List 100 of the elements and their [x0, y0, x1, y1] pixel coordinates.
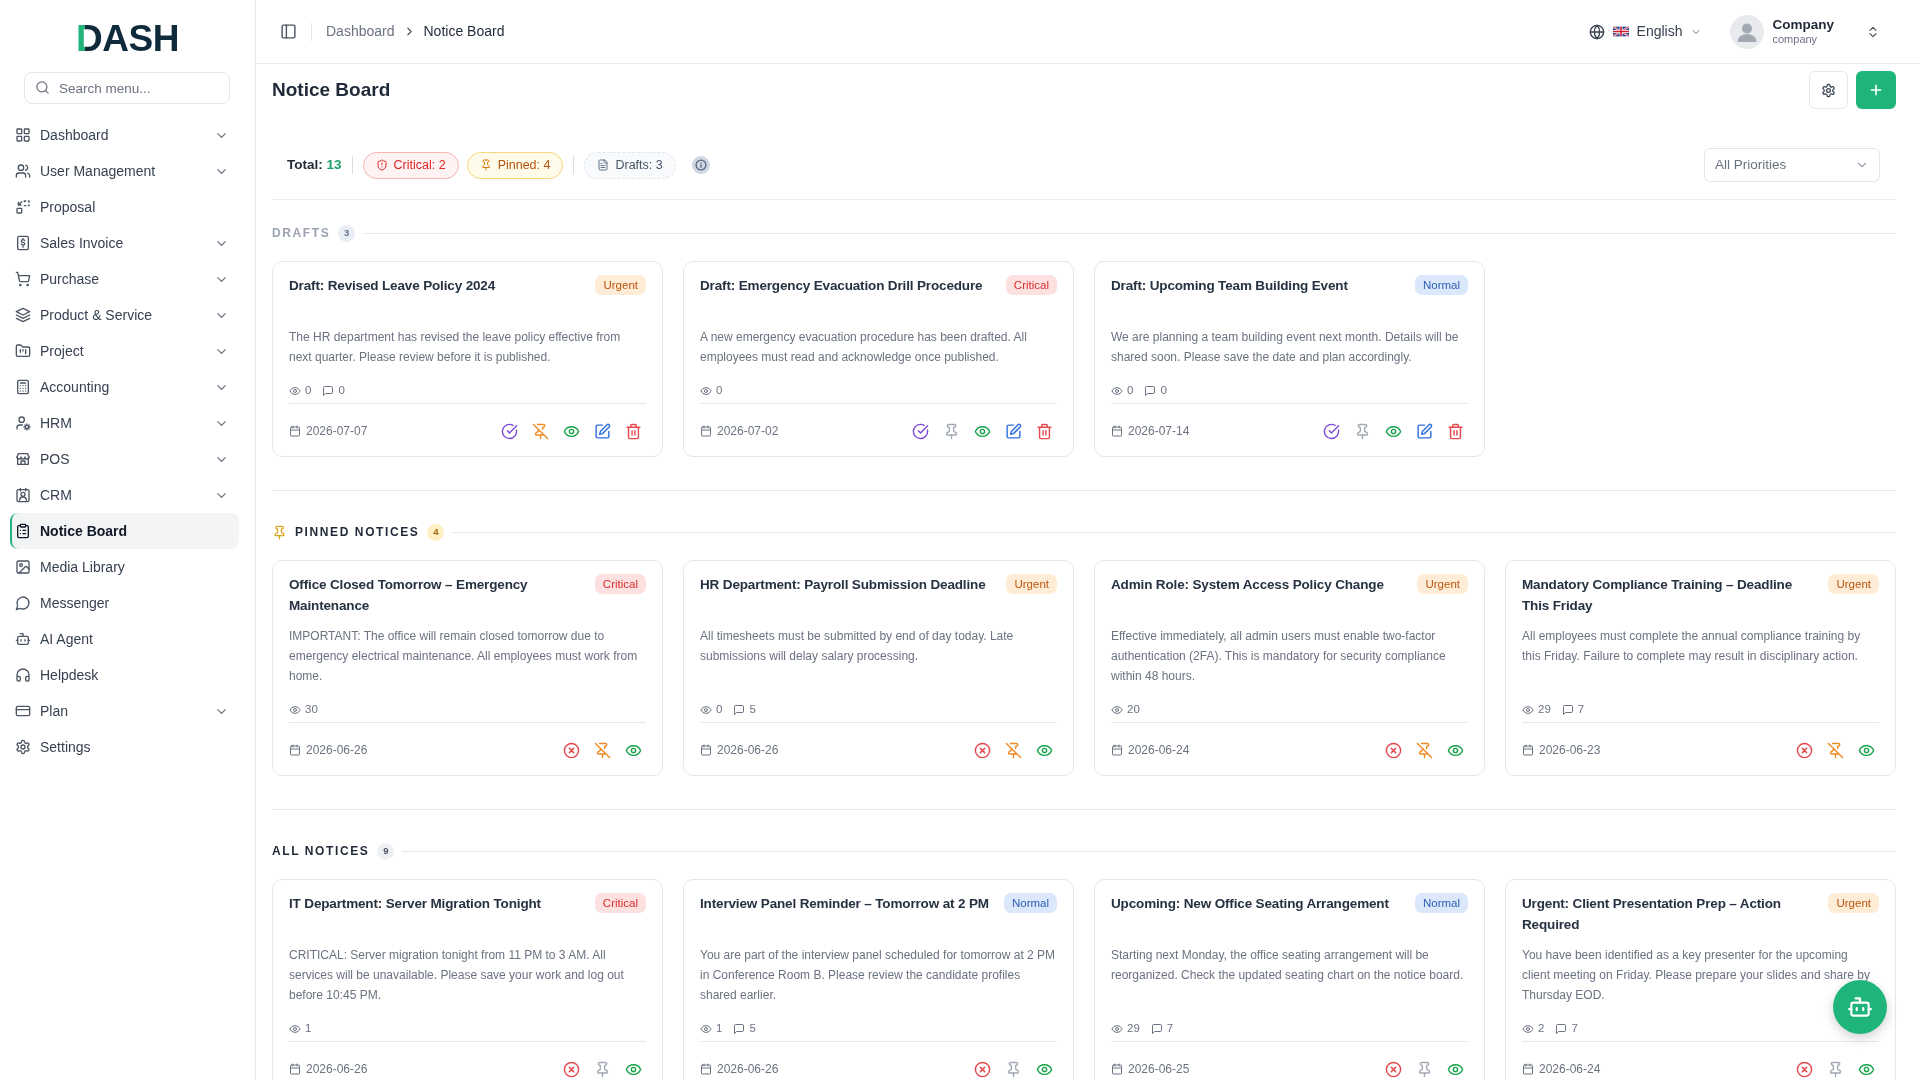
sidebar-item[interactable]: Accounting	[10, 369, 239, 405]
filter-chip[interactable]: Critical: 2	[362, 151, 459, 179]
calendar-icon	[700, 1063, 712, 1075]
speech-bubble-icon	[1150, 1023, 1163, 1035]
pin-icon[interactable]	[594, 1060, 611, 1078]
crossed-pin-icon[interactable]	[1416, 741, 1433, 759]
headphones-icon	[15, 667, 31, 683]
robot-icon	[15, 631, 31, 647]
sidebar-item[interactable]: AI Agent	[10, 621, 239, 657]
search-field[interactable]: Search menu...	[24, 72, 230, 104]
notice-date: 2026-06-24	[1539, 1061, 1601, 1078]
x-circle-icon[interactable]	[563, 741, 580, 759]
user-gear-icon	[15, 415, 31, 431]
calendar-icon	[289, 744, 301, 756]
pin-icon[interactable]	[943, 422, 960, 440]
edit-icon[interactable]	[1005, 422, 1022, 440]
sidebar-item[interactable]: POS	[10, 441, 239, 477]
notice-text: A new emergency evacuation procedure has been drafted. All employees must read and acknowledge once published.	[700, 329, 1028, 366]
view-count: 1	[716, 1021, 723, 1037]
pin-icon[interactable]	[1827, 1060, 1844, 1078]
crossed-pin-icon[interactable]	[532, 422, 549, 440]
sidebar-item[interactable]: Sales Invoice	[10, 225, 239, 261]
sidebar-item[interactable]: Purchase	[10, 261, 239, 297]
x-circle-icon[interactable]	[1796, 741, 1813, 759]
sidebar-item[interactable]: CRM	[10, 477, 239, 513]
sidebar-item[interactable]: Messenger	[10, 585, 239, 621]
sidebar-item[interactable]: Notice Board	[10, 513, 239, 549]
notice-date: 2026-06-23	[1539, 742, 1601, 759]
pin-icon	[272, 524, 287, 540]
sidebar-item[interactable]: Dashboard	[10, 117, 239, 153]
add-button[interactable]	[1856, 71, 1896, 109]
check-circle-icon[interactable]	[501, 422, 518, 440]
eye-icon	[289, 704, 301, 716]
sidebar-item[interactable]: Media Library	[10, 549, 239, 585]
language-button[interactable]: English	[1588, 21, 1703, 42]
x-circle-icon[interactable]	[974, 741, 991, 759]
pin-icon[interactable]	[1354, 422, 1371, 440]
x-circle-icon[interactable]	[1385, 1060, 1402, 1078]
x-circle-icon[interactable]	[1796, 1060, 1813, 1078]
trash-icon[interactable]	[1036, 422, 1053, 440]
priority-select[interactable]: All Priorities	[1704, 148, 1880, 182]
notice-date: 2026-07-02	[717, 423, 779, 440]
sidebar-item[interactable]: Settings	[10, 729, 239, 765]
breadcrumb-link[interactable]: Dashboard	[326, 21, 395, 42]
comment-count: 0	[338, 383, 345, 399]
comment-count: 0	[1160, 383, 1167, 399]
priority-tag: Normal	[1414, 275, 1468, 295]
crossed-pin-icon[interactable]	[594, 741, 611, 759]
priority-tag: Normal	[1414, 893, 1468, 913]
calendar-icon	[1522, 1063, 1534, 1075]
sidebar-item[interactable]: Plan	[10, 693, 239, 729]
speech-bubble-icon	[1561, 704, 1574, 716]
pin-icon[interactable]	[1005, 1060, 1022, 1078]
x-circle-icon[interactable]	[563, 1060, 580, 1078]
trash-icon[interactable]	[625, 422, 642, 440]
settings-button[interactable]	[1809, 71, 1848, 109]
sidebar-item[interactable]: Proposal	[10, 189, 239, 225]
eye-icon	[1522, 1023, 1534, 1035]
folder-icon	[15, 343, 31, 359]
notice-title: Office Closed Tomorrow – Emergency Maintenance	[289, 576, 529, 615]
sidebar-item[interactable]: Helpdesk	[10, 657, 239, 693]
speech-bubble-icon	[733, 704, 746, 716]
priority-tag: Urgent	[1006, 574, 1057, 594]
pin-icon[interactable]	[1416, 1060, 1433, 1078]
edit-icon[interactable]	[594, 422, 611, 440]
x-circle-icon[interactable]	[974, 1060, 991, 1078]
notice-text: All employees must complete the annual compliance training by this Friday. Failure to complete may result in disciplinary action.	[1522, 628, 1862, 665]
notice-date: 2026-06-25	[1128, 1061, 1190, 1078]
check-circle-icon[interactable]	[912, 422, 929, 440]
info-icon[interactable]	[691, 156, 710, 174]
credit-card-icon	[15, 703, 31, 719]
calendar-icon	[289, 425, 301, 437]
view-count: 2	[1538, 1021, 1545, 1037]
sidebar-item[interactable]: User Management	[10, 153, 239, 189]
calendar-icon	[289, 1063, 301, 1075]
speech-bubble-icon	[733, 1023, 746, 1035]
filter-chip[interactable]: Pinned: 4	[466, 151, 564, 179]
sidebar-item[interactable]: Product & Service	[10, 297, 239, 333]
view-count: 1	[305, 1021, 312, 1037]
priority-tag: Urgent	[1828, 574, 1879, 594]
sidebar-item[interactable]: Project	[10, 333, 239, 369]
notice-title: IT Department: Server Migration Tonight	[289, 895, 542, 913]
crossed-pin-icon[interactable]	[1827, 741, 1844, 759]
crossed-pin-icon[interactable]	[1005, 741, 1022, 759]
trash-icon[interactable]	[1447, 422, 1464, 440]
x-circle-icon[interactable]	[1385, 741, 1402, 759]
view-count: 30	[305, 702, 318, 718]
user-menu-button[interactable]: Company company	[1730, 14, 1880, 49]
check-circle-icon[interactable]	[1323, 422, 1340, 440]
view-count: 0	[716, 383, 723, 399]
notice-title: Draft: Revised Leave Policy 2024	[289, 277, 497, 295]
sidebar-toggle-icon[interactable]	[280, 23, 297, 40]
calendar-icon	[1111, 744, 1123, 756]
edit-icon[interactable]	[1416, 422, 1433, 440]
eye-icon	[700, 1023, 712, 1035]
filter-chip[interactable]: Drafts: 3	[584, 151, 676, 179]
sidebar-item[interactable]: HRM	[10, 405, 239, 441]
section-count: 9	[377, 842, 395, 860]
view-count: 20	[1127, 702, 1140, 718]
notice-title: Draft: Emergency Evacuation Drill Procedure	[700, 277, 984, 295]
